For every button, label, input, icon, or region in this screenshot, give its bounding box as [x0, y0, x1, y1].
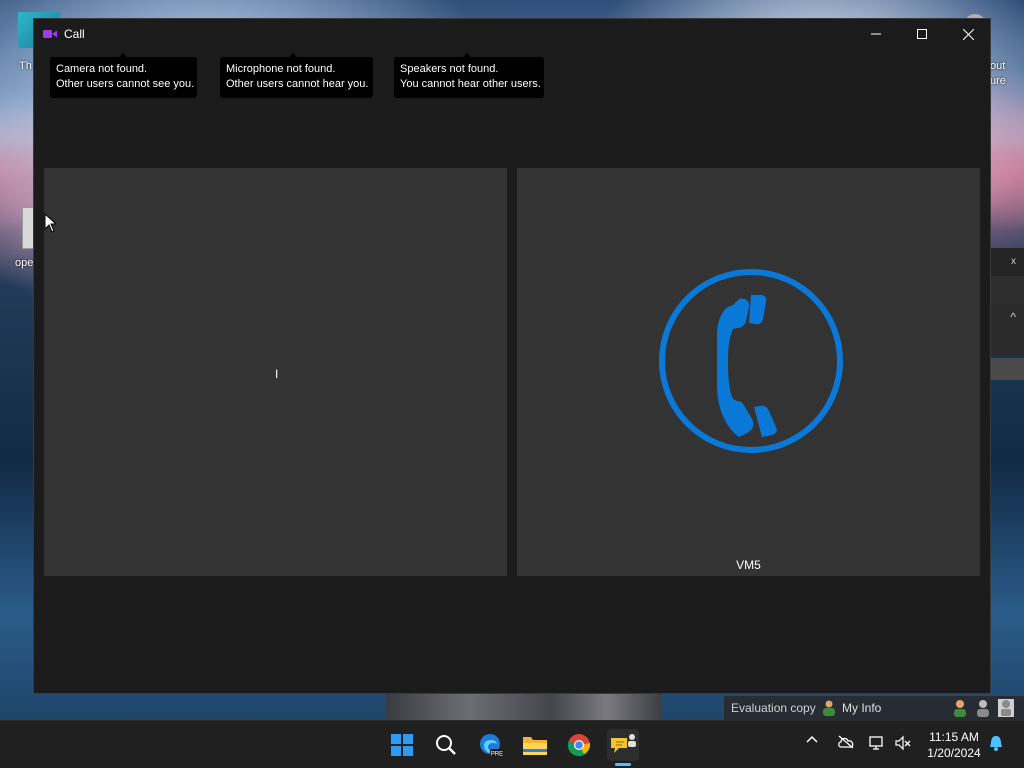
- close-button[interactable]: [945, 19, 991, 49]
- chrome-icon: [567, 734, 591, 757]
- system-clock[interactable]: 11:15 AM 1/20/2024: [918, 729, 990, 761]
- window-title: Call: [64, 27, 85, 41]
- title-bar[interactable]: Call: [34, 19, 990, 49]
- remote-video-panel[interactable]: VM5: [517, 168, 980, 576]
- background-window-row: [990, 358, 1024, 380]
- call-window: Call Camera not found. Other users canno…: [33, 18, 991, 694]
- cloud-offline-icon: [838, 735, 854, 749]
- tooltip-line: Camera not found.: [56, 63, 148, 75]
- chrome-button[interactable]: [563, 729, 595, 761]
- background-window-row: ^: [990, 276, 1024, 324]
- minimize-button[interactable]: [853, 19, 899, 49]
- desktop-label-fragment: out: [990, 60, 1006, 72]
- chat-app-icon: [611, 734, 636, 753]
- chat-app-button[interactable]: [607, 729, 639, 761]
- tooltip-notch: [119, 53, 127, 57]
- clock-date: 1/20/2024: [927, 746, 981, 760]
- onedrive-offline-button[interactable]: [836, 735, 856, 749]
- tooltip-line: Other users cannot hear you.: [226, 78, 369, 90]
- show-hidden-icons-button[interactable]: [805, 735, 819, 743]
- mouse-pointer-icon: [44, 213, 56, 233]
- search-icon: [436, 735, 456, 755]
- minimize-icon: [871, 33, 881, 35]
- desktop-label-fragment: ope: [15, 257, 34, 269]
- person-settings-icon[interactable]: [998, 699, 1014, 717]
- clock-time: 11:15 AM: [929, 730, 979, 744]
- search-button[interactable]: [430, 729, 462, 761]
- phone-icon: [659, 269, 843, 453]
- windows-start-icon: [391, 734, 413, 756]
- close-icon[interactable]: x: [1011, 256, 1016, 267]
- tooltip-notch: [463, 53, 471, 57]
- person-icon[interactable]: [952, 699, 968, 717]
- tooltip-notch: [289, 53, 297, 57]
- microphone-warning-tooltip: Microphone not found. Other users cannot…: [220, 53, 373, 98]
- edge-badge: PRE: [491, 752, 503, 758]
- desktop: Th ope out ure x ^ Call Camera not found…: [0, 0, 1024, 768]
- start-button[interactable]: [386, 729, 418, 761]
- camera-warning-tooltip: Camera not found. Other users cannot see…: [50, 53, 197, 98]
- edge-beta-icon: PRE: [480, 734, 504, 758]
- background-window: x ^: [990, 248, 1024, 380]
- network-button[interactable]: [867, 735, 887, 751]
- background-window-header: x: [990, 248, 1024, 276]
- maximize-button[interactable]: [899, 19, 945, 49]
- text-cursor: I: [275, 367, 279, 381]
- speakers-warning-tooltip: Speakers not found. You cannot hear othe…: [394, 53, 544, 98]
- tooltip-line: You cannot hear other users.: [400, 78, 541, 90]
- chevron-up-icon[interactable]: ^: [1010, 310, 1016, 324]
- video-camera-icon: [43, 30, 57, 38]
- edge-beta-button[interactable]: PRE: [475, 729, 507, 761]
- volume-muted-icon: [895, 735, 911, 751]
- file-explorer-icon: [523, 737, 547, 755]
- desktop-label-fragment: ure: [990, 75, 1006, 87]
- evaluation-copy-label: Evaluation copy: [731, 701, 816, 715]
- close-icon: [962, 28, 974, 40]
- active-app-indicator: [615, 763, 631, 766]
- local-video-panel[interactable]: I: [44, 168, 507, 576]
- remote-participant-name: VM5: [736, 558, 761, 572]
- desktop-label-fragment: Th: [19, 60, 32, 72]
- my-info-label[interactable]: My Info: [842, 701, 881, 715]
- bell-icon: [990, 736, 1002, 751]
- volume-button[interactable]: [893, 735, 913, 751]
- chevron-up-icon: [806, 735, 818, 743]
- tooltip-line: Other users cannot see you.: [56, 78, 195, 90]
- tooltip-line: Speakers not found.: [400, 63, 499, 75]
- file-explorer-button[interactable]: [519, 729, 551, 761]
- person-icon[interactable]: [822, 700, 836, 716]
- network-disconnected-icon: [869, 736, 883, 750]
- tooltip-line: Microphone not found.: [226, 63, 336, 75]
- person-gray-icon[interactable]: [975, 699, 991, 717]
- notifications-button[interactable]: [988, 735, 1004, 751]
- taskbar: PRE 11:15 AM 1/20/2024: [0, 720, 1024, 768]
- maximize-icon: [917, 29, 927, 39]
- wallpaper-fragment: [386, 694, 662, 720]
- evaluation-status-strip: Evaluation copy My Info: [724, 696, 1024, 720]
